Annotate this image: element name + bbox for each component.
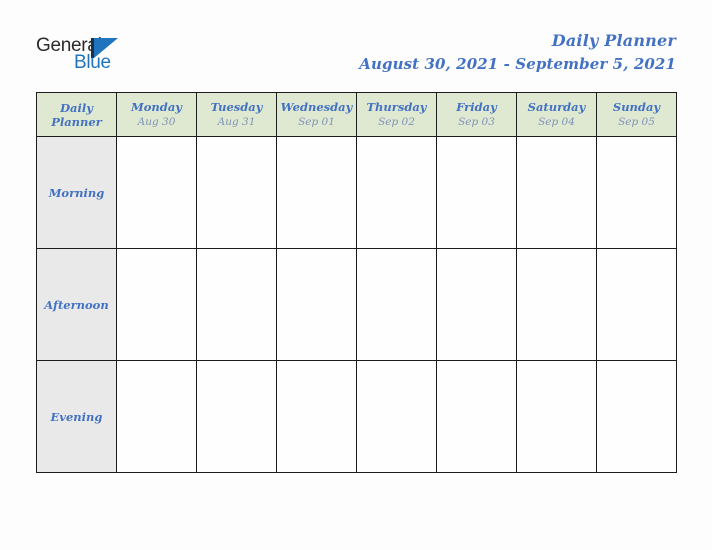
row-label-text: Morning	[48, 185, 105, 200]
slot-afternoon-thursday[interactable]	[356, 248, 437, 361]
page-title: Daily Planner	[551, 31, 676, 50]
day-date-label: Aug 31	[217, 116, 256, 128]
table-row: Morning	[36, 136, 677, 249]
row-label-text: Afternoon	[44, 297, 109, 312]
slot-evening-sunday[interactable]	[596, 360, 677, 473]
slot-morning-wednesday[interactable]	[276, 136, 357, 249]
slot-afternoon-monday[interactable]	[116, 248, 197, 361]
slot-afternoon-wednesday[interactable]	[276, 248, 357, 361]
row-label-morning: Morning	[36, 136, 117, 249]
slot-evening-tuesday[interactable]	[196, 360, 277, 473]
slot-afternoon-friday[interactable]	[436, 248, 517, 361]
day-date-label: Sep 04	[538, 116, 575, 128]
corner-header-cell: Daily Planner	[36, 92, 117, 137]
corner-title-line1: Daily	[60, 100, 93, 115]
day-name-label: Wednesday	[280, 100, 353, 114]
page-header: General Blue Daily Planner August 30, 20…	[0, 0, 712, 92]
day-header-monday: Monday Aug 30	[116, 92, 197, 137]
day-header-friday: Friday Sep 03	[436, 92, 517, 137]
slot-evening-monday[interactable]	[116, 360, 197, 473]
row-label-afternoon: Afternoon	[36, 248, 117, 361]
day-date-label: Sep 03	[458, 116, 495, 128]
day-header-sunday: Sunday Sep 05	[596, 92, 677, 137]
day-name-label: Sunday	[612, 100, 661, 114]
day-date-label: Sep 01	[298, 116, 335, 128]
slot-evening-saturday[interactable]	[516, 360, 597, 473]
row-label-text: Evening	[50, 409, 103, 424]
day-date-label: Sep 05	[618, 116, 655, 128]
slot-morning-saturday[interactable]	[516, 136, 597, 249]
table-row: Afternoon	[36, 248, 677, 361]
slot-evening-thursday[interactable]	[356, 360, 437, 473]
day-name-label: Thursday	[366, 100, 427, 114]
daily-planner-table: Daily Planner Monday Aug 30 Tuesday Aug …	[36, 92, 677, 473]
day-date-label: Sep 02	[378, 116, 415, 128]
day-name-label: Tuesday	[210, 100, 263, 114]
slot-morning-friday[interactable]	[436, 136, 517, 249]
day-name-label: Monday	[131, 100, 182, 114]
day-header-tuesday: Tuesday Aug 31	[196, 92, 277, 137]
day-date-label: Aug 30	[137, 116, 176, 128]
slot-evening-friday[interactable]	[436, 360, 517, 473]
slot-morning-sunday[interactable]	[596, 136, 677, 249]
slot-morning-thursday[interactable]	[356, 136, 437, 249]
table-header-row: Daily Planner Monday Aug 30 Tuesday Aug …	[36, 92, 677, 137]
slot-morning-monday[interactable]	[116, 136, 197, 249]
slot-evening-wednesday[interactable]	[276, 360, 357, 473]
planner-page: General Blue Daily Planner August 30, 20…	[0, 0, 712, 550]
day-header-wednesday: Wednesday Sep 01	[276, 92, 357, 137]
table-row: Evening	[36, 360, 677, 473]
generalblue-logo[interactable]: General Blue	[36, 36, 236, 82]
corner-title-line2: Planner	[51, 114, 102, 129]
day-name-label: Friday	[456, 100, 497, 114]
slot-afternoon-tuesday[interactable]	[196, 248, 277, 361]
title-block: Daily Planner August 30, 2021 - Septembe…	[359, 30, 676, 75]
slot-afternoon-saturday[interactable]	[516, 248, 597, 361]
slot-morning-tuesday[interactable]	[196, 136, 277, 249]
row-label-evening: Evening	[36, 360, 117, 473]
day-header-saturday: Saturday Sep 04	[516, 92, 597, 137]
logo-text-blue: Blue	[74, 52, 111, 73]
slot-afternoon-sunday[interactable]	[596, 248, 677, 361]
date-range-subtitle: August 30, 2021 - September 5, 2021	[359, 55, 676, 73]
day-header-thursday: Thursday Sep 02	[356, 92, 437, 137]
day-name-label: Saturday	[527, 100, 586, 114]
